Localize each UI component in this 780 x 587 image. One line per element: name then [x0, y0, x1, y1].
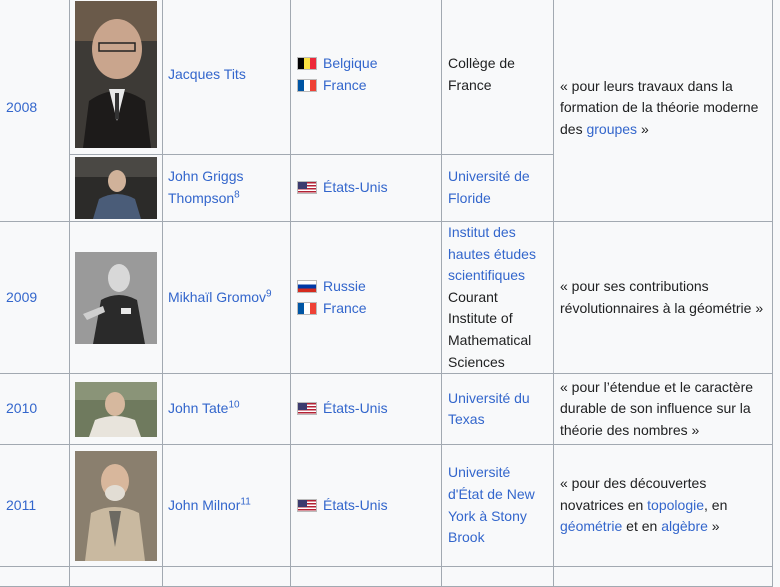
portrait-john-griggs-thompson[interactable] [75, 157, 157, 219]
reason-text-end: » [707, 518, 720, 535]
belgium-flag-icon [297, 56, 317, 70]
photo-cell [69, 154, 163, 222]
reference-note[interactable]: 11 [240, 496, 250, 507]
year-link[interactable]: 2010 [6, 400, 37, 416]
reason-text: « pour ses contributions révolutionnaire… [560, 277, 764, 316]
reason-cell [553, 566, 773, 587]
table-row: 2009 Mikhaïl Gromov9 Russie France Insti… [0, 220, 773, 375]
country-cell: États-Unis [290, 444, 442, 568]
table-row: 2011 John Milnor11 États-Unis Université… [0, 444, 773, 568]
country-entry: États-Unis [297, 177, 435, 199]
reason-text: « pour l’étendue et le caractère durable… [560, 378, 754, 438]
year-cell [0, 566, 70, 587]
institution-link[interactable]: Université du Texas [448, 390, 530, 428]
reason-cell: « pour l’étendue et le caractère durable… [553, 373, 773, 446]
reason-link-topologie[interactable]: topologie [647, 497, 704, 513]
usa-flag-icon [297, 181, 317, 195]
country-cell: Belgique France [290, 0, 442, 155]
country-entry: Belgique [297, 53, 435, 75]
reason-text: et en [622, 518, 662, 535]
reason-cell: « pour des découvertes novatrices en top… [553, 444, 773, 568]
photo-cell [69, 373, 163, 446]
country-cell [290, 566, 442, 587]
year-link[interactable]: 2009 [6, 289, 37, 305]
institution-cell: Université du Texas [441, 373, 554, 446]
institution-cell: Université de Floride [441, 154, 554, 222]
name-cell: Jacques Tits [162, 0, 291, 155]
name-cell: Mikhaïl Gromov9 [162, 220, 291, 375]
reason-link-geometrie[interactable]: géométrie [560, 518, 622, 534]
laureate-name-link[interactable]: Jacques Tits [168, 66, 246, 82]
institution-cell [441, 566, 554, 587]
name-cell: John Tate10 [162, 373, 291, 446]
laureate-name-link[interactable]: John Tate [168, 400, 228, 416]
name-cell: John Griggs Thompson8 [162, 154, 291, 222]
portrait-john-milnor[interactable] [75, 450, 157, 561]
institution-text: Courant Institute of Mathematical Scienc… [448, 288, 532, 370]
institution-link[interactable]: Université d'État de New York à Stony Br… [448, 464, 535, 545]
usa-flag-icon [297, 402, 317, 416]
institution-cell: Collège de France [441, 0, 554, 155]
country-entry: États-Unis [297, 495, 435, 517]
reference-note[interactable]: 8 [234, 189, 240, 200]
country-link[interactable]: États-Unis [323, 179, 388, 195]
france-flag-icon [297, 301, 317, 315]
country-link[interactable]: États-Unis [323, 497, 388, 513]
photo-cell [69, 0, 163, 155]
country-link[interactable]: France [323, 300, 367, 316]
table-row [0, 566, 773, 587]
reason-link-groupes[interactable]: groupes [586, 121, 637, 137]
year-link[interactable]: 2008 [6, 99, 37, 115]
portrait-mikhail-gromov[interactable] [75, 251, 157, 344]
institution-text: Collège de France [448, 54, 515, 93]
name-cell: John Milnor11 [162, 444, 291, 568]
country-entry: États-Unis [297, 398, 435, 420]
country-entry: Russie [297, 276, 435, 298]
reference-note[interactable]: 9 [266, 288, 272, 299]
reason-cell: « pour leurs travaux dans la formation d… [553, 0, 773, 222]
reason-text: , en [704, 496, 728, 513]
laureate-name-link[interactable]: John Milnor [168, 497, 240, 513]
table-row: 2008 Jacques Tits Belgique France Collèg… [0, 0, 773, 222]
photo-cell [69, 220, 163, 375]
country-link[interactable]: Russie [323, 278, 366, 294]
year-cell[interactable]: 2010 [0, 373, 70, 446]
abel-prize-laureates-table: 2008 Jacques Tits Belgique France Collèg… [0, 0, 773, 587]
year-link[interactable]: 2011 [6, 497, 36, 513]
name-cell [162, 566, 291, 587]
country-cell: Russie France [290, 220, 442, 375]
russia-flag-icon [297, 279, 317, 293]
year-cell[interactable]: 2011 [0, 444, 70, 568]
table-row: 2010 John Tate10 États-Unis Université d… [0, 373, 773, 446]
institution-cell: Université d'État de New York à Stony Br… [441, 444, 554, 568]
country-cell: États-Unis [290, 373, 442, 446]
reason-cell: « pour ses contributions révolutionnaire… [553, 220, 773, 375]
photo-cell [69, 566, 163, 587]
portrait-john-tate[interactable] [75, 381, 157, 437]
year-cell[interactable]: 2009 [0, 220, 70, 375]
institution-link[interactable]: Université de Floride [448, 168, 530, 206]
reason-text-end: » [637, 120, 649, 137]
institution-cell: Institut des hautes études scientifiques… [441, 220, 554, 375]
country-entry: France [297, 298, 435, 320]
reference-note[interactable]: 10 [228, 400, 239, 411]
country-link[interactable]: France [323, 77, 367, 93]
country-cell: États-Unis [290, 154, 442, 222]
laureate-name-link[interactable]: Mikhaïl Gromov [168, 289, 266, 305]
institution-link[interactable]: Institut des hautes études scientifiques [448, 224, 536, 283]
france-flag-icon [297, 78, 317, 92]
usa-flag-icon [297, 498, 317, 512]
country-link[interactable]: États-Unis [323, 400, 388, 416]
portrait-jacques-tits[interactable] [75, 1, 157, 148]
country-entry: France [297, 75, 435, 97]
year-cell[interactable]: 2008 [0, 0, 70, 222]
laureate-name-link[interactable]: John Griggs Thompson [168, 168, 243, 206]
photo-cell [69, 444, 163, 568]
reason-link-algebre[interactable]: algèbre [661, 518, 708, 534]
country-link[interactable]: Belgique [323, 55, 378, 71]
